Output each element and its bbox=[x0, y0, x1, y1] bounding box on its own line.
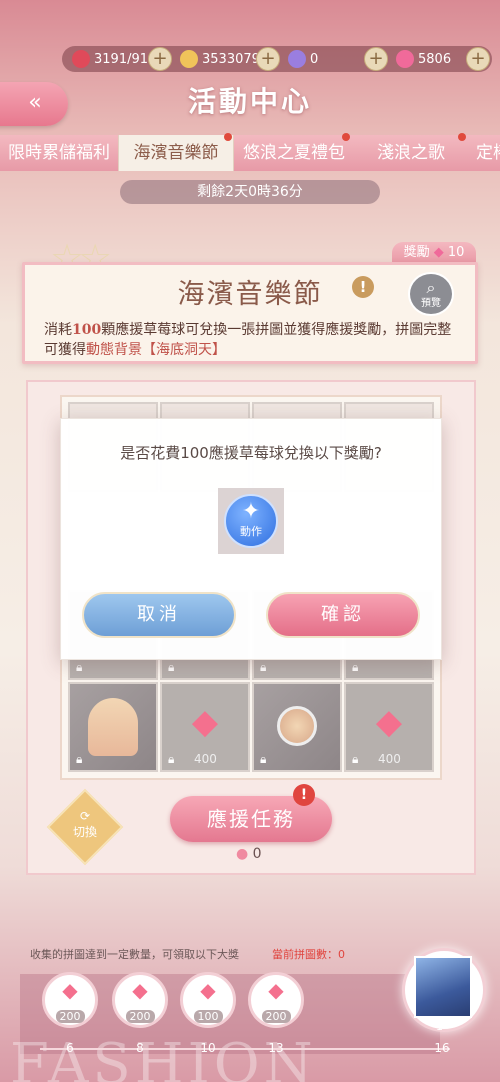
confirm-button[interactable]: 確認 bbox=[266, 592, 420, 638]
remaining-time: 剩餘2天0時36分 bbox=[120, 180, 380, 204]
preview-label: 預覽 bbox=[421, 298, 441, 309]
gem-icon: ◆ bbox=[62, 978, 78, 1002]
lock-icon: 🔒︎ bbox=[260, 660, 267, 674]
reward-label: 獎勵 bbox=[403, 245, 430, 260]
milestone-pieces: 6 bbox=[66, 1041, 74, 1055]
lock-icon: 🔒︎ bbox=[168, 752, 175, 766]
dialog-reward-label: 動作 bbox=[240, 525, 262, 538]
mission-alert-badge: ! bbox=[293, 784, 315, 806]
tab-summer-gift[interactable]: 悠浪之夏禮包 bbox=[234, 135, 354, 171]
milestone-amount: 100 bbox=[193, 1010, 223, 1023]
cell-cost: 400 bbox=[194, 752, 217, 766]
reward-chip: 獎勵 ◆ 10 bbox=[392, 242, 476, 264]
lock-icon: 🔒︎ bbox=[168, 660, 175, 674]
blue-diamond-display: 0 bbox=[288, 46, 318, 72]
desc-text: 消耗 bbox=[44, 322, 72, 338]
magnifier-icon: ⌕ bbox=[426, 278, 436, 297]
gem-icon: ◆ bbox=[268, 978, 284, 1002]
milestone-amount: 200 bbox=[125, 1010, 155, 1023]
pink-diamond-display: 5806 bbox=[396, 46, 451, 72]
tab-partial[interactable]: 定樁 bbox=[468, 135, 500, 171]
milestone-pieces: 10 bbox=[200, 1041, 216, 1055]
dance-figure-icon: ✦ bbox=[241, 499, 261, 524]
swap-control: ⟳ 切換 bbox=[58, 808, 112, 840]
tab-notification-dot bbox=[224, 133, 232, 141]
lock-icon: 🔒︎ bbox=[352, 660, 359, 674]
info-icon[interactable]: ! bbox=[352, 276, 374, 298]
tab-limited-deposit[interactable]: 限時累儲福利 bbox=[0, 135, 118, 171]
heart-icon bbox=[72, 50, 90, 68]
coins-value: 3533079 bbox=[202, 51, 260, 67]
desc-cost: 100 bbox=[72, 322, 102, 338]
dialog-question: 是否花費100應援草莓球兌換以下獎勵? bbox=[120, 444, 382, 462]
add-blue-diamond-button[interactable]: + bbox=[364, 47, 388, 71]
cancel-button[interactable]: 取消 bbox=[82, 592, 236, 638]
stamina-value: 3191/91 bbox=[94, 51, 149, 67]
coins-display: 3533079 bbox=[180, 46, 260, 72]
milestone-amount: 200 bbox=[261, 1010, 291, 1023]
pink-diamond-value: 5806 bbox=[418, 51, 452, 67]
stamina-display: 3191/91 bbox=[72, 46, 148, 72]
milestone-pieces: 13 bbox=[268, 1041, 284, 1055]
gem-icon: ◆ bbox=[191, 702, 219, 742]
desc-bracket: 【海底洞天】 bbox=[142, 342, 226, 358]
pink-diamond-icon bbox=[396, 50, 414, 68]
reward-count: 10 bbox=[447, 245, 465, 260]
cell-cost: 400 bbox=[378, 752, 401, 766]
blue-diamond-icon bbox=[288, 50, 306, 68]
strawberry-ball-value: 0 bbox=[252, 846, 262, 862]
milestone-reward[interactable]: ◆ 100 bbox=[180, 972, 236, 1028]
strawberry-ball-count: ● 0 bbox=[236, 846, 262, 862]
gem-icon: ◆ bbox=[375, 702, 403, 742]
blue-diamond-value: 0 bbox=[310, 51, 319, 67]
preview-button[interactable]: ⌕ 預覽 bbox=[408, 272, 454, 316]
tab-shallow-wave-song[interactable]: 淺浪之歌 bbox=[354, 135, 468, 171]
tab-beach-music-festival[interactable]: 海濱音樂節 bbox=[118, 135, 234, 171]
pink-diamond-icon: ◆ bbox=[433, 245, 444, 260]
add-stamina-button[interactable]: + bbox=[148, 47, 172, 71]
milestone-reward[interactable]: ◆ 200 bbox=[112, 972, 168, 1028]
lock-icon: 🔒︎ bbox=[260, 752, 267, 766]
fashion-watermark: FASHION bbox=[10, 1032, 317, 1082]
final-reward-pieces: 16 bbox=[434, 1041, 450, 1055]
swap-label: 切換 bbox=[72, 825, 97, 839]
event-title: 海濱音樂節 bbox=[177, 279, 323, 310]
lock-icon: 🔒︎ bbox=[76, 660, 83, 674]
add-coins-button[interactable]: + bbox=[256, 47, 280, 71]
milestone-progress-line bbox=[40, 1048, 450, 1050]
page-title: 活動中心 bbox=[187, 85, 312, 118]
add-pink-diamond-button[interactable]: + bbox=[466, 47, 490, 71]
event-description: 消耗100顆應援草莓球可兌換一張拼圖並獲得應援獎勵，拼圖完整可獲得動態背景【海底… bbox=[44, 320, 464, 360]
final-reward-background-image bbox=[414, 956, 472, 1018]
final-reward-progress: 1 bbox=[436, 1020, 443, 1033]
character-portrait-icon bbox=[88, 698, 138, 756]
coin-cat-icon bbox=[180, 50, 198, 68]
milestone-amount: 200 bbox=[55, 1010, 85, 1023]
milestone-pieces: 8 bbox=[136, 1041, 144, 1055]
gem-icon: ◆ bbox=[132, 978, 148, 1002]
lock-icon: 🔒︎ bbox=[352, 752, 359, 766]
milestone-note: 收集的拼圖達到一定數量，可領取以下大獎 bbox=[30, 948, 239, 961]
tab-notification-dot bbox=[458, 133, 466, 141]
refresh-icon: ⟳ bbox=[79, 809, 91, 823]
milestone-reward[interactable]: ◆ 200 bbox=[248, 972, 304, 1028]
milestone-reward[interactable]: ◆ 200 bbox=[42, 972, 98, 1028]
current-piece-count: 當前拼圖數：0 bbox=[272, 948, 345, 961]
tab-notification-dot bbox=[342, 133, 350, 141]
strawberry-ball-icon: ● bbox=[236, 846, 249, 862]
dialog-reward-item: ✦ 動作 bbox=[224, 494, 278, 548]
gem-icon: ◆ bbox=[200, 978, 216, 1002]
lock-icon: 🔒︎ bbox=[76, 752, 83, 766]
desc-highlight: 動態背景 bbox=[86, 342, 142, 358]
character-portrait-icon bbox=[277, 706, 317, 746]
